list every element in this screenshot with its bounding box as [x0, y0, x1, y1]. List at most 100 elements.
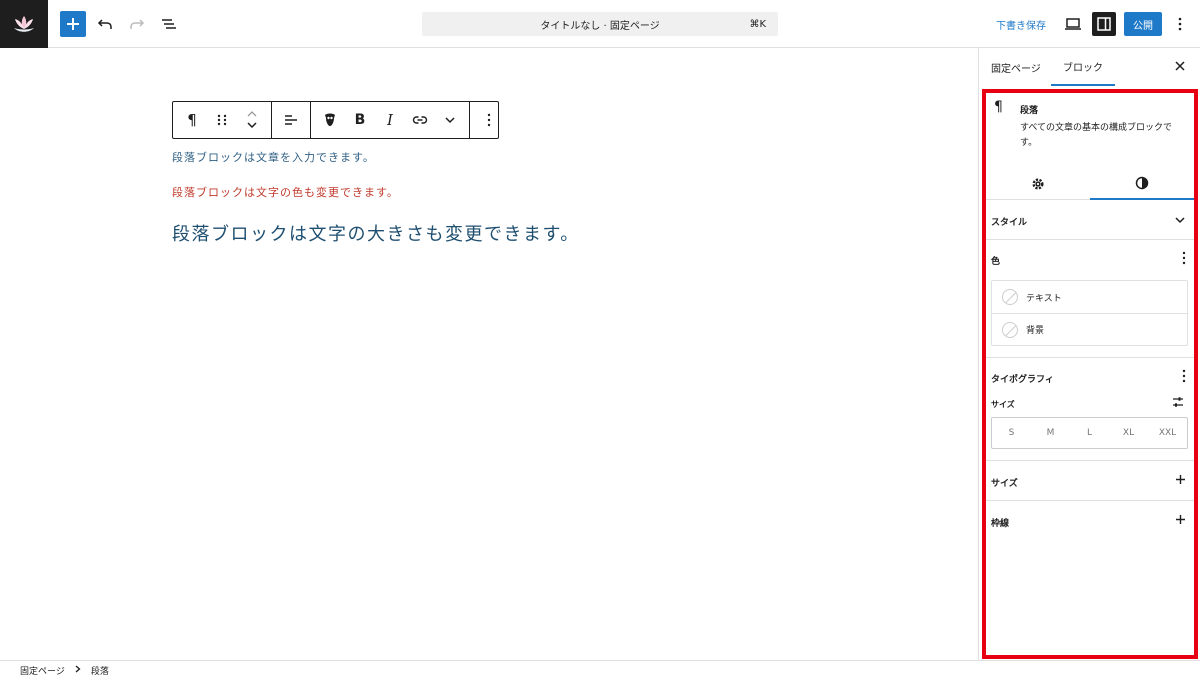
style-panel-title: スタイル: [991, 218, 1028, 228]
block-options-button[interactable]: [474, 102, 504, 138]
settings-toggle-button[interactable]: [1092, 12, 1116, 36]
block-card: ¶ 段落 すべての文章の基本の構成ブロックです。: [986, 93, 1194, 168]
text-color-label: テキスト: [1026, 293, 1062, 304]
font-size-label: サイズ: [991, 400, 1015, 409]
redo-icon: [130, 19, 145, 29]
gear-icon: [1032, 178, 1044, 190]
animal-logo-icon: [325, 113, 335, 126]
background-color-item[interactable]: 背景: [992, 313, 1187, 345]
move-up-down-control[interactable]: [237, 102, 267, 138]
align-text-button[interactable]: [276, 102, 306, 138]
plus-icon: [67, 18, 79, 30]
list-view-icon: [162, 19, 176, 29]
plus-icon: [1175, 474, 1186, 489]
block-toolbar: ¶ B I: [172, 101, 499, 139]
background-color-label: 背景: [1026, 326, 1045, 336]
more-vertical-icon: [1182, 251, 1186, 265]
redo-button[interactable]: [126, 12, 148, 36]
size-option-xl[interactable]: XL: [1109, 418, 1148, 448]
inspector-tabs: [986, 168, 1194, 200]
more-vertical-icon: [1178, 17, 1182, 31]
empty-swatch-icon: [1002, 289, 1018, 305]
size-option-m[interactable]: M: [1031, 418, 1070, 448]
close-icon: [1175, 61, 1185, 71]
options-button[interactable]: [1170, 12, 1190, 36]
editor-app: タイトルなし · 固定ページ ⌘K 下書き保存 公開 ¶ B I 段落ブロックは…: [0, 0, 1200, 680]
typography-options-button[interactable]: [1182, 369, 1186, 387]
color-options-button[interactable]: [1182, 251, 1186, 269]
undo-button[interactable]: [94, 12, 116, 36]
plus-icon: [1175, 514, 1186, 529]
chevron-right-icon: [75, 665, 81, 676]
block-toolbar-group-options: [470, 102, 508, 138]
tab-block[interactable]: ブロック: [1051, 48, 1115, 86]
paragraph-block-switcher[interactable]: ¶: [177, 102, 207, 138]
paragraph-block-1[interactable]: 段落ブロックは文章を入力できます。: [172, 149, 375, 165]
paragraph-icon: ¶: [994, 99, 1003, 115]
editor-canvas: ¶ B I 段落ブロックは文章を入力できます。 段落ブロックは文字の色も変更でき…: [0, 48, 978, 660]
breadcrumb-page[interactable]: 固定ページ: [20, 664, 65, 677]
paragraph-block-3[interactable]: 段落ブロックは文字の大きさも変更できます。: [172, 220, 580, 246]
sidebar-icon: [1097, 17, 1111, 31]
size-option-l[interactable]: L: [1070, 418, 1109, 448]
desktop-view-icon: [1065, 18, 1081, 30]
top-toolbar: タイトルなし · 固定ページ ⌘K 下書き保存 公開: [0, 0, 1200, 48]
text-color-item[interactable]: テキスト: [992, 281, 1187, 313]
drag-handle[interactable]: [207, 102, 237, 138]
chevron-down-icon: [445, 117, 455, 124]
paragraph-block-2[interactable]: 段落ブロックは文字の色も変更できます。: [172, 184, 399, 200]
link-icon: [412, 116, 428, 124]
size-option-s[interactable]: S: [992, 418, 1031, 448]
block-toolbar-group-type: ¶: [173, 102, 272, 138]
lotus-logo-icon: [14, 16, 34, 32]
more-vertical-icon: [1182, 369, 1186, 383]
dimensions-panel[interactable]: サイズ: [986, 461, 1194, 501]
empty-swatch-icon: [1002, 321, 1018, 338]
move-arrows-icon: [247, 111, 257, 129]
tab-page[interactable]: 固定ページ: [991, 48, 1041, 86]
document-overview-button[interactable]: [158, 12, 180, 36]
more-formats-button[interactable]: [435, 102, 465, 138]
settings-sliders-icon: [1173, 397, 1183, 407]
preview-button[interactable]: [1063, 12, 1083, 36]
tab-settings[interactable]: [986, 168, 1090, 200]
chevron-down-icon: [1174, 213, 1186, 228]
close-sidebar-button[interactable]: [1175, 60, 1185, 75]
size-option-xxl[interactable]: XXL: [1148, 418, 1187, 448]
block-toolbar-group-align: [272, 102, 311, 138]
site-logo[interactable]: [0, 0, 48, 48]
drag-handle-icon: [217, 114, 227, 126]
border-panel[interactable]: 枠線: [986, 501, 1194, 541]
link-button[interactable]: [405, 102, 435, 138]
plugin-format-button[interactable]: [315, 102, 345, 138]
typography-panel-title: タイポグラフィ: [991, 375, 1054, 385]
font-size-picker: S M L XL XXL: [991, 417, 1188, 449]
add-block-button[interactable]: [60, 11, 86, 37]
block-inspector: ¶ 段落 すべての文章の基本の構成ブロックです。 スタイル 色 テキスト 背景 …: [986, 93, 1194, 655]
block-name: 段落: [1020, 106, 1039, 116]
breadcrumb-paragraph[interactable]: 段落: [91, 664, 109, 677]
dimensions-panel-title: サイズ: [991, 479, 1018, 489]
custom-size-button[interactable]: [1172, 396, 1184, 411]
more-vertical-icon: [487, 113, 491, 127]
command-palette-bar[interactable]: タイトルなし · 固定ページ ⌘K: [422, 12, 778, 36]
block-description: すべての文章の基本の構成ブロックです。: [1020, 123, 1173, 148]
command-shortcut: ⌘K: [749, 18, 766, 30]
breadcrumb: 固定ページ 段落: [0, 660, 1200, 680]
tab-styles[interactable]: [1090, 168, 1194, 200]
color-panel-title: 色: [991, 257, 1001, 267]
sidebar-tabs: 固定ページ ブロック: [979, 48, 1200, 86]
bold-button[interactable]: B: [345, 102, 375, 138]
italic-button[interactable]: I: [375, 102, 405, 138]
border-panel-title: 枠線: [991, 519, 1010, 529]
style-panel[interactable]: スタイル: [986, 200, 1194, 240]
document-title: タイトルなし · 固定ページ: [540, 20, 660, 32]
save-draft-button[interactable]: 下書き保存: [996, 17, 1046, 32]
block-toolbar-group-format: B I: [311, 102, 470, 138]
settings-sidebar: 固定ページ ブロック ¶ 段落 すべての文章の基本の構成ブロックです。 スタイル…: [978, 48, 1200, 660]
contrast-icon: [1135, 176, 1149, 190]
publish-button[interactable]: 公開: [1124, 12, 1162, 36]
align-left-icon: [285, 115, 297, 125]
color-list: テキスト 背景: [991, 280, 1188, 346]
undo-icon: [97, 19, 112, 29]
